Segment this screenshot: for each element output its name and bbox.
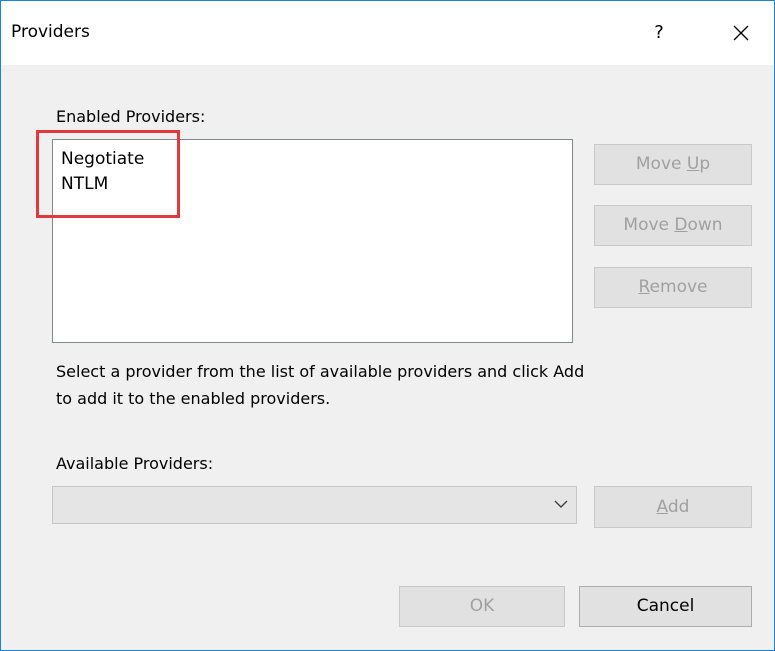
available-providers-label: Available Providers: [56,454,214,473]
move-down-button[interactable]: Move Down [594,205,752,246]
ok-button[interactable]: OK [399,586,565,627]
list-item[interactable]: NTLM [61,174,108,194]
instruction-line-2: to add it to the enabled providers. [56,389,331,408]
enabled-providers-label: Enabled Providers: [56,107,206,126]
move-up-button[interactable]: Move Up [594,144,752,185]
dialog-title: Providers [11,22,90,42]
cancel-button[interactable]: Cancel [579,586,752,627]
instruction-line-1: Select a provider from the list of avail… [56,362,585,381]
title-bar: Providers ? [1,1,774,65]
close-icon [733,25,749,41]
remove-button[interactable]: Remove [594,267,752,308]
add-button[interactable]: Add [594,486,752,528]
instruction-text: Select a provider from the list of avail… [56,358,716,412]
enabled-providers-list[interactable]: Negotiate NTLM [52,139,573,343]
help-icon: ? [654,22,664,43]
list-item[interactable]: Negotiate [61,149,144,169]
providers-dialog: Providers ? Enabled Providers: Negotiate… [0,0,775,651]
available-providers-dropdown[interactable] [52,486,577,524]
help-button[interactable]: ? [637,15,681,51]
close-button[interactable] [719,15,763,51]
chevron-down-icon [554,500,568,508]
